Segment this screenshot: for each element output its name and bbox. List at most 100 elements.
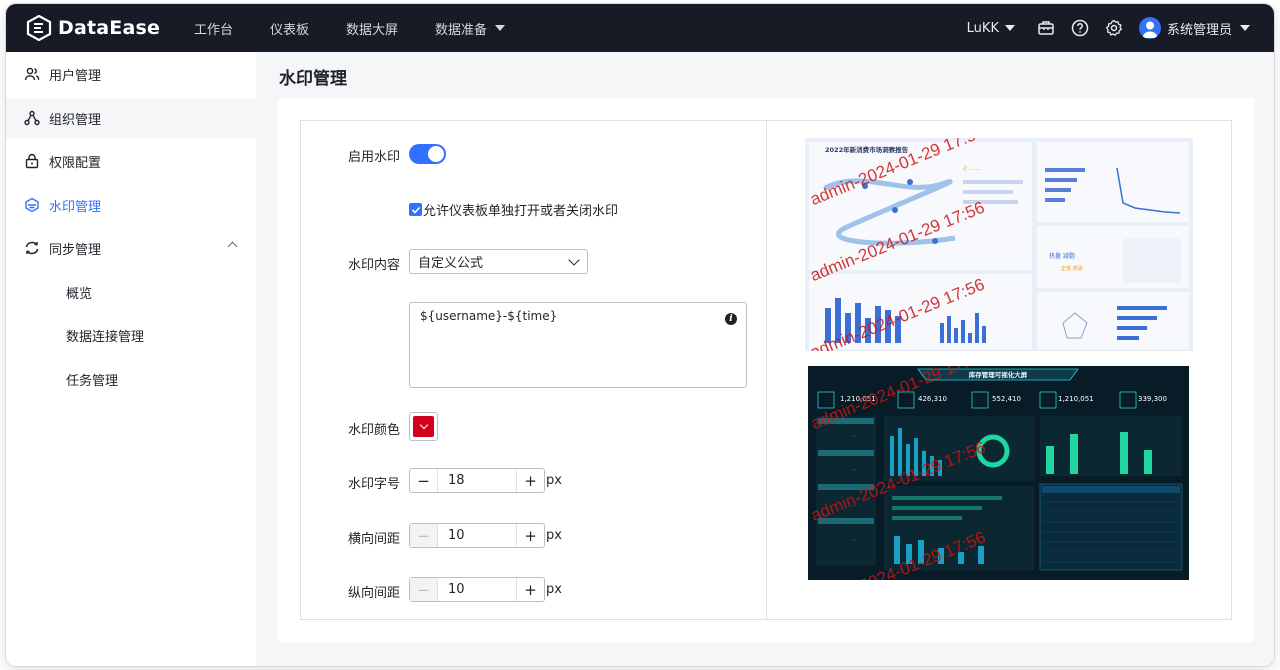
sidebar: 用户管理 组织管理 权限配置 水印管理 同步管理 概览 数据连接管理 任务管理: [6, 52, 256, 666]
increase-button[interactable]: +: [516, 524, 544, 547]
nav-item-label: 数据大屏: [346, 22, 399, 38]
chevron-down-icon: [568, 254, 580, 266]
svg-text:热量 减脂: 热量 减脂: [1049, 252, 1075, 260]
vertical-gap-label: 纵向间距: [347, 586, 400, 601]
data-screen-preview-image: 库存管理可视化大屏 1,210,051 426,310 552,410 1,21…: [808, 366, 1189, 580]
color-swatch: [413, 416, 434, 437]
watermark-formula-textarea[interactable]: ${username}-${time} i: [409, 302, 747, 388]
watermark-color-label: 水印颜色: [347, 423, 400, 438]
increase-button[interactable]: +: [516, 578, 544, 601]
settings-panel: 启用水印 允许仪表板单独打开或者关闭水印 水印内容 自定义公式 ${userna…: [300, 120, 1232, 620]
settings-gear-icon[interactable]: [1105, 19, 1123, 37]
sidebar-subitem-label: 数据连接管理: [66, 329, 145, 345]
toolbox-icon[interactable]: [1037, 19, 1055, 37]
svg-text:…: …: [852, 467, 857, 472]
enable-watermark-label: 启用水印: [347, 150, 400, 165]
sidebar-item-label: 权限配置: [49, 155, 102, 171]
unit-label: px: [546, 528, 562, 543]
nav-item-data-prep[interactable]: 数据准备: [435, 19, 506, 38]
logo-text: DataEase: [58, 17, 161, 39]
watermark-icon: [24, 197, 40, 213]
nav-item-label: 工作台: [194, 22, 234, 38]
top-bar: DataEase 工作台 仪表板 数据大屏 数据准备 LuKK 系统管理员: [6, 4, 1274, 52]
sidebar-subitem-label: 任务管理: [66, 373, 119, 389]
horizontal-gap-input[interactable]: 10: [438, 524, 516, 547]
select-value: 自定义公式: [418, 256, 484, 271]
top-nav: 工作台 仪表板 数据大屏 数据准备: [194, 4, 542, 52]
formula-text: ${username}-${time}: [420, 309, 558, 323]
chevron-down-icon: [495, 25, 506, 31]
watermark-content-select[interactable]: 自定义公式: [409, 249, 588, 274]
app-logo[interactable]: DataEase: [26, 14, 160, 42]
toggle-knob: [428, 146, 444, 162]
users-icon: [24, 66, 40, 82]
nav-item-workbench[interactable]: 工作台: [194, 19, 233, 38]
chevron-down-icon: [1240, 25, 1250, 31]
chevron-up-icon[interactable]: [227, 241, 238, 252]
dashboard-thumbnail: 2022年新消费市场洞察报告 // …… 热量 减脂 正常 燃油: [805, 138, 1193, 351]
sidebar-item-orgs[interactable]: 组织管理: [6, 98, 256, 138]
help-icon[interactable]: [1071, 19, 1089, 37]
sidebar-subitem-tasks[interactable]: 任务管理: [6, 359, 256, 399]
sidebar-item-label: 同步管理: [49, 242, 102, 258]
dashboard-preview-image: 2022年新消费市场洞察报告 // …… 热量 减脂 正常 燃油 admin-2…: [805, 138, 1193, 351]
top-right-tools: LuKK 系统管理员: [967, 4, 1250, 52]
checkbox-checked-icon: [409, 203, 422, 216]
app-window: DataEase 工作台 仪表板 数据大屏 数据准备 LuKK 系统管理员 用户…: [6, 4, 1274, 666]
kpi-value: 1,210,051: [840, 395, 876, 403]
increase-button[interactable]: +: [516, 469, 544, 492]
user-name: 系统管理员: [1166, 22, 1232, 38]
svg-text:…: …: [852, 433, 857, 438]
sidebar-item-sync[interactable]: 同步管理: [6, 228, 256, 268]
sidebar-item-users[interactable]: 用户管理: [6, 54, 256, 94]
svg-text:正常 燃油: 正常 燃油: [1061, 265, 1083, 272]
sidebar-subitem-label: 概览: [66, 286, 93, 302]
decrease-button[interactable]: −: [410, 469, 438, 492]
org-switcher[interactable]: LuKK: [967, 21, 1015, 36]
watermark-settings-card: 启用水印 允许仪表板单独打开或者关闭水印 水印内容 自定义公式 ${userna…: [278, 98, 1254, 642]
data-screen-thumbnail: 库存管理可视化大屏 1,210,051 426,310 552,410 1,21…: [808, 366, 1189, 580]
kpi-value: 1,210,051: [1058, 395, 1094, 403]
horizontal-gap-label: 横向间距: [347, 532, 400, 547]
enable-watermark-toggle[interactable]: [409, 144, 446, 164]
font-size-label: 水印字号: [347, 477, 400, 492]
sidebar-subitem-connections[interactable]: 数据连接管理: [6, 315, 256, 355]
chevron-down-icon: [1004, 25, 1015, 31]
sidebar-item-label: 组织管理: [49, 112, 102, 128]
org-label: LuKK: [966, 20, 999, 36]
horizontal-gap-stepper[interactable]: − 10 +: [409, 523, 545, 548]
dataease-logo-icon: [26, 15, 52, 41]
lock-icon: [24, 153, 40, 169]
sidebar-item-permissions[interactable]: 权限配置: [6, 141, 256, 181]
vertical-gap-input[interactable]: 10: [438, 578, 516, 601]
sync-icon: [24, 240, 40, 256]
panel-divider: [766, 121, 767, 619]
sidebar-subitem-overview[interactable]: 概览: [6, 272, 256, 312]
page-title: 水印管理: [279, 69, 347, 89]
org-tree-icon: [24, 110, 40, 126]
sidebar-item-watermark[interactable]: 水印管理: [6, 185, 256, 225]
nav-item-label: 数据准备: [435, 22, 488, 38]
dashboard-title-text: 2022年新消费市场洞察报告: [825, 145, 909, 154]
kpi-value: 552,410: [992, 395, 1021, 403]
nav-item-data-screen[interactable]: 数据大屏: [346, 19, 398, 38]
unit-label: px: [546, 473, 562, 488]
nav-item-label: 仪表板: [270, 22, 310, 38]
sidebar-item-label: 水印管理: [49, 199, 102, 215]
font-size-input[interactable]: 18: [438, 469, 516, 492]
decrease-button[interactable]: −: [410, 578, 438, 601]
user-avatar[interactable]: [1138, 17, 1161, 39]
font-size-stepper[interactable]: − 18 +: [409, 468, 545, 493]
allow-checkbox-label: 允许仪表板单独打开或者关闭水印: [423, 204, 619, 219]
kpi-value: 339,300: [1138, 395, 1167, 403]
sidebar-item-label: 用户管理: [49, 68, 102, 84]
svg-text:…: …: [852, 538, 857, 543]
vertical-gap-stepper[interactable]: − 10 +: [409, 577, 545, 602]
watermark-content-label: 水印内容: [347, 258, 400, 273]
user-menu[interactable]: 系统管理员: [1167, 19, 1250, 38]
allow-dashboard-toggle-checkbox[interactable]: 允许仪表板单独打开或者关闭水印: [409, 200, 618, 219]
watermark-color-picker[interactable]: [409, 412, 438, 441]
nav-item-dashboard[interactable]: 仪表板: [270, 19, 309, 38]
decrease-button[interactable]: −: [410, 524, 438, 547]
info-icon[interactable]: i: [725, 313, 737, 325]
